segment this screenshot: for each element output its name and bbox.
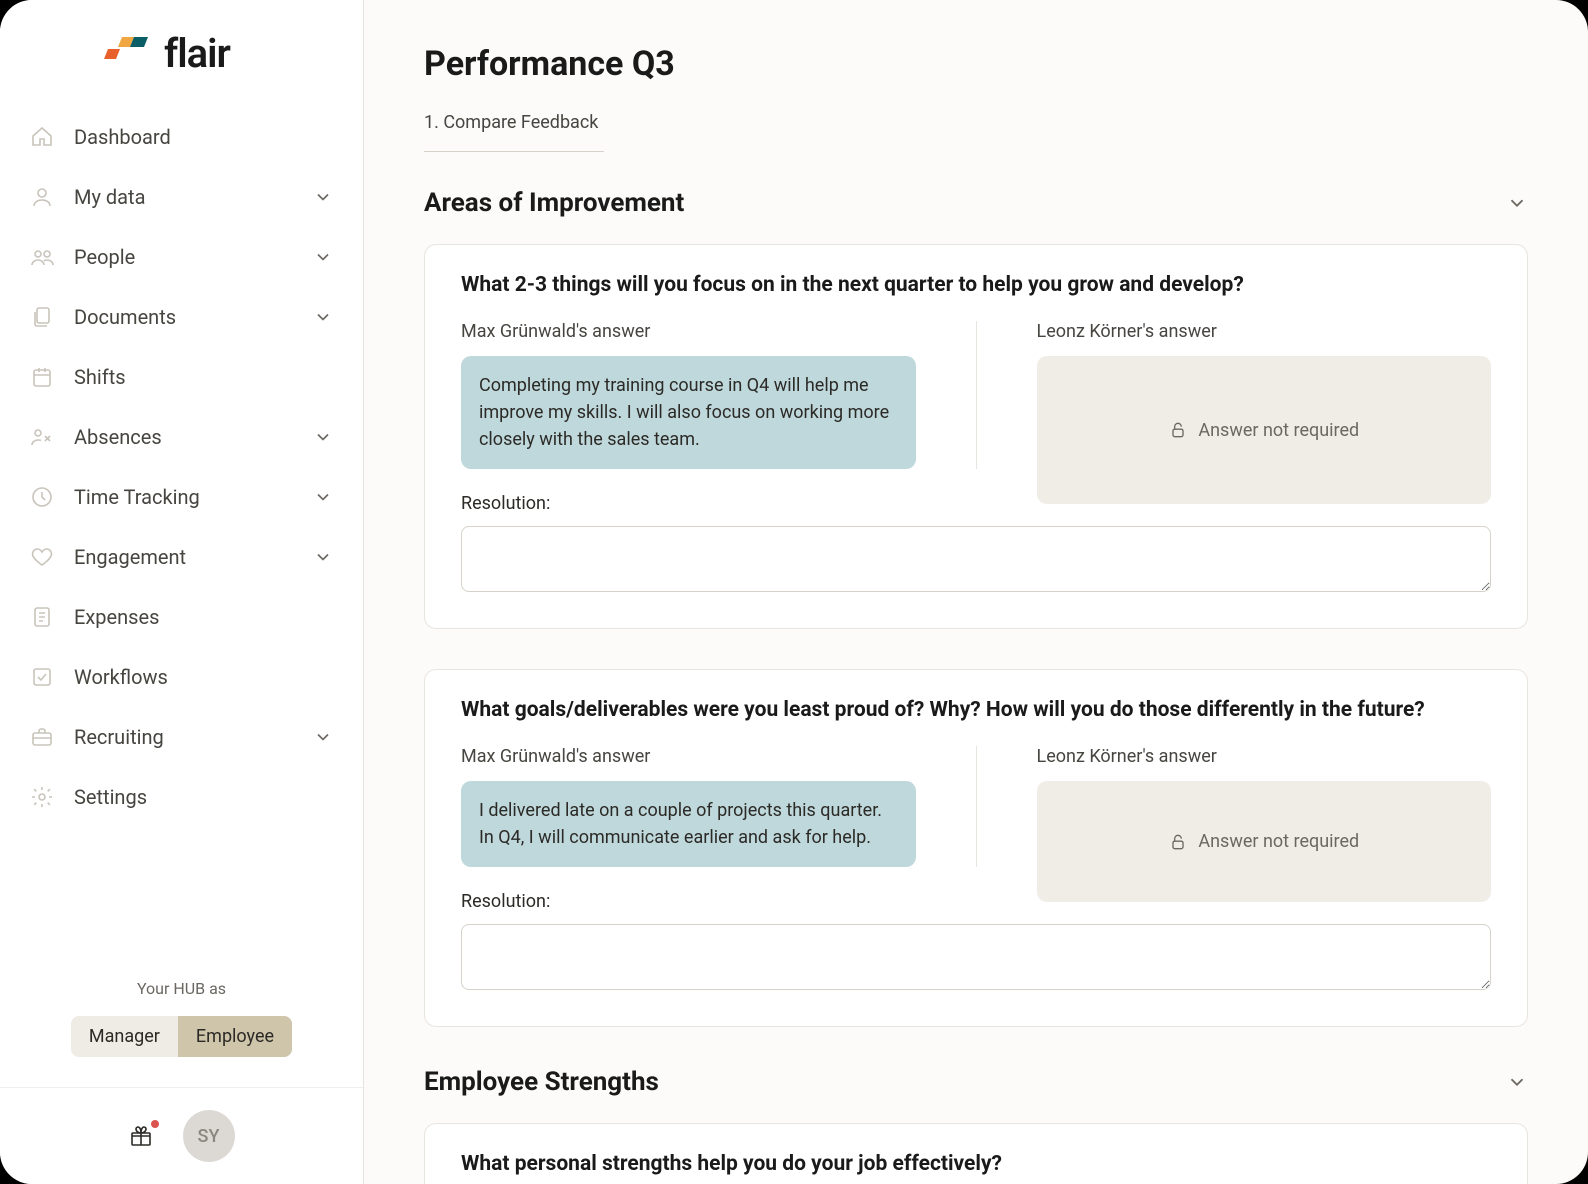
sidebar-item-people[interactable]: People [14, 227, 349, 287]
hub-section: Your HUB as Manager Employee [0, 959, 363, 1087]
sidebar-item-label: My data [74, 185, 145, 209]
unlock-icon [1168, 832, 1188, 852]
logo[interactable]: flair [0, 0, 363, 107]
sidebar-item-label: Expenses [74, 605, 159, 629]
flair-logo-icon [100, 37, 148, 71]
main-content: Performance Q3 1. Compare Feedback Areas… [364, 0, 1588, 1184]
question-card: What 2-3 things will you focus on in the… [424, 244, 1528, 629]
unlock-icon [1168, 420, 1188, 440]
sidebar-item-label: Time Tracking [74, 485, 200, 509]
logo-text: flair [164, 30, 230, 77]
not-required-label: Answer not required [1198, 420, 1359, 441]
chevron-down-icon [313, 307, 333, 327]
hub-toggle-manager[interactable]: Manager [71, 1016, 178, 1057]
answer-right-label: Leonz Körner's answer [1037, 321, 1492, 342]
sidebar: flair Dashboard My data People Documents Shi… [0, 0, 364, 1184]
answer-not-required: Answer not required [1037, 356, 1492, 504]
sidebar-item-expenses[interactable]: Expenses [14, 587, 349, 647]
sidebar-item-label: Dashboard [74, 125, 171, 149]
section-title: Areas of Improvement [424, 188, 684, 218]
hub-toggle: Manager Employee [71, 1016, 292, 1057]
briefcase-icon [30, 725, 54, 749]
sidebar-item-settings[interactable]: Settings [14, 767, 349, 827]
sidebar-item-label: Recruiting [74, 725, 164, 749]
question-card: What personal strengths help you do your… [424, 1123, 1528, 1184]
section-title: Employee Strengths [424, 1067, 659, 1097]
answer-left-col: Max Grünwald's answer Completing my train… [461, 321, 977, 469]
section-header[interactable]: Areas of Improvement [424, 188, 1528, 218]
question-prompt: What 2-3 things will you focus on in the… [461, 273, 1491, 297]
app-frame: flair Dashboard My data People Documents Shi… [0, 0, 1588, 1184]
answer-left-bubble: Completing my training course in Q4 will… [461, 356, 916, 469]
clock-icon [30, 485, 54, 509]
breadcrumb: 1. Compare Feedback [424, 112, 1528, 133]
breadcrumb-underline [424, 151, 604, 152]
sidebar-item-absences[interactable]: Absences [14, 407, 349, 467]
sidebar-item-label: Workflows [74, 665, 168, 689]
answer-left-label: Max Grünwald's answer [461, 321, 916, 342]
resolution-input[interactable] [461, 526, 1491, 592]
people-icon [30, 245, 54, 269]
answer-right-col: Leonz Körner's answer Answer not required [1037, 321, 1492, 469]
sidebar-item-workflows[interactable]: Workflows [14, 647, 349, 707]
documents-icon [30, 305, 54, 329]
sidebar-item-label: People [74, 245, 135, 269]
sidebar-item-my-data[interactable]: My data [14, 167, 349, 227]
hub-label: Your HUB as [30, 979, 333, 998]
sidebar-item-documents[interactable]: Documents [14, 287, 349, 347]
sidebar-item-label: Documents [74, 305, 176, 329]
notification-dot [151, 1120, 159, 1128]
sidebar-item-shifts[interactable]: Shifts [14, 347, 349, 407]
page-title: Performance Q3 [424, 44, 1528, 84]
question-prompt: What goals/deliverables were you least p… [461, 698, 1491, 722]
sidebar-item-label: Settings [74, 785, 147, 809]
gift-icon[interactable] [129, 1124, 153, 1148]
sidebar-item-engagement[interactable]: Engagement [14, 527, 349, 587]
chevron-down-icon [1506, 192, 1528, 214]
chevron-down-icon [313, 187, 333, 207]
answers-row: Max Grünwald's answer Completing my train… [461, 321, 1491, 469]
sidebar-bottom: SY [0, 1087, 363, 1184]
answer-not-required: Answer not required [1037, 781, 1492, 902]
chevron-down-icon [313, 247, 333, 267]
sidebar-item-dashboard[interactable]: Dashboard [14, 107, 349, 167]
answer-left-label: Max Grünwald's answer [461, 746, 916, 767]
workflow-icon [30, 665, 54, 689]
sidebar-item-label: Absences [74, 425, 162, 449]
sidebar-item-label: Shifts [74, 365, 126, 389]
user-icon [30, 185, 54, 209]
sidebar-item-time-tracking[interactable]: Time Tracking [14, 467, 349, 527]
sidebar-nav: Dashboard My data People Documents Shifts Abs… [0, 107, 363, 959]
chevron-down-icon [313, 427, 333, 447]
home-icon [30, 125, 54, 149]
sidebar-item-recruiting[interactable]: Recruiting [14, 707, 349, 767]
question-card: What goals/deliverables were you least p… [424, 669, 1528, 1027]
absence-icon [30, 425, 54, 449]
answer-left-bubble: I delivered late on a couple of projects… [461, 781, 916, 867]
heart-icon [30, 545, 54, 569]
sidebar-item-label: Engagement [74, 545, 186, 569]
question-prompt: What personal strengths help you do your… [461, 1152, 1491, 1176]
answer-right-label: Leonz Körner's answer [1037, 746, 1492, 767]
calendar-icon [30, 365, 54, 389]
not-required-label: Answer not required [1198, 831, 1359, 852]
expense-icon [30, 605, 54, 629]
section-header[interactable]: Employee Strengths [424, 1067, 1528, 1097]
chevron-down-icon [313, 547, 333, 567]
chevron-down-icon [313, 487, 333, 507]
hub-toggle-employee[interactable]: Employee [178, 1016, 292, 1057]
sections-container: Areas of Improvement What 2-3 things will… [424, 188, 1528, 1184]
answer-right-col: Leonz Körner's answer Answer not required [1037, 746, 1492, 867]
gear-icon [30, 785, 54, 809]
chevron-down-icon [313, 727, 333, 747]
chevron-down-icon [1506, 1071, 1528, 1093]
answers-row: Max Grünwald's answer I delivered late on… [461, 746, 1491, 867]
answer-left-col: Max Grünwald's answer I delivered late on… [461, 746, 977, 867]
resolution-input[interactable] [461, 924, 1491, 990]
avatar[interactable]: SY [183, 1110, 235, 1162]
